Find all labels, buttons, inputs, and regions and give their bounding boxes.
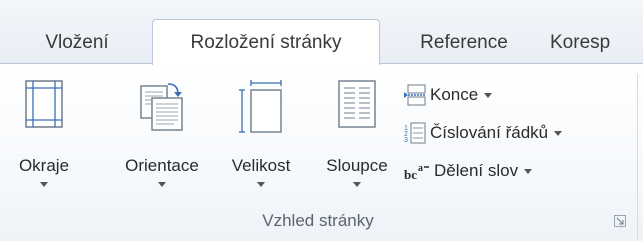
size-button[interactable]: Velikost <box>216 74 306 198</box>
orientation-label: Orientace <box>125 156 199 175</box>
line-numbers-button[interactable]: 1 2 3 Číslování řádků <box>404 118 563 148</box>
tab-insert[interactable]: Vložení <box>18 23 136 63</box>
columns-button[interactable]: Sloupce <box>312 74 402 198</box>
svg-text:bc: bc <box>404 167 417 182</box>
page-size-icon <box>239 80 283 139</box>
hyphenation-dropdown-caret-icon <box>524 168 533 174</box>
orientation-dropdown-caret-icon <box>158 182 166 187</box>
orientation-button[interactable]: Orientace <box>110 74 214 198</box>
columns-label: Sloupce <box>326 156 388 175</box>
group-divider <box>637 74 638 239</box>
breaks-button[interactable]: Konce <box>404 80 493 110</box>
line-numbers-label: Číslování řádků <box>430 123 549 142</box>
margins-icon <box>25 80 63 133</box>
orientation-icon <box>138 80 186 137</box>
svg-text:a: a <box>418 163 423 174</box>
size-label: Velikost <box>231 156 291 175</box>
hyphenation-button[interactable]: bc a Dělení slov <box>404 156 533 186</box>
ribbon-tab-strip: Vložení Rozložení stránky Reference Kore… <box>0 0 643 65</box>
tab-page-layout[interactable]: Rozložení stránky <box>152 19 380 65</box>
tab-mailings[interactable]: Koresp <box>550 23 643 63</box>
breaks-dropdown-caret-icon <box>484 92 493 98</box>
margins-dropdown-caret-icon <box>40 182 48 187</box>
margins-label: Okraje <box>18 156 70 175</box>
line-numbers-dropdown-caret-icon <box>554 130 563 136</box>
dialog-launcher-icon[interactable] <box>614 214 626 227</box>
group-label-page-setup: Vzhled stránky <box>262 211 374 230</box>
margins-button[interactable]: Okraje <box>4 74 84 198</box>
svg-text:3: 3 <box>404 137 408 144</box>
page-break-icon <box>404 84 426 106</box>
tab-references[interactable]: Reference <box>394 23 534 63</box>
size-dropdown-caret-icon <box>257 182 265 187</box>
line-numbers-icon: 1 2 3 <box>404 122 426 144</box>
ribbon-group-page-setup: Okraje Orientace Velikost Sloupce Konce … <box>0 64 643 241</box>
hyphenation-label: Dělení slov <box>434 161 519 180</box>
hyphenation-icon: bc a <box>404 160 430 182</box>
columns-dropdown-caret-icon <box>353 182 361 187</box>
columns-icon <box>338 80 376 133</box>
breaks-label: Konce <box>430 85 479 104</box>
